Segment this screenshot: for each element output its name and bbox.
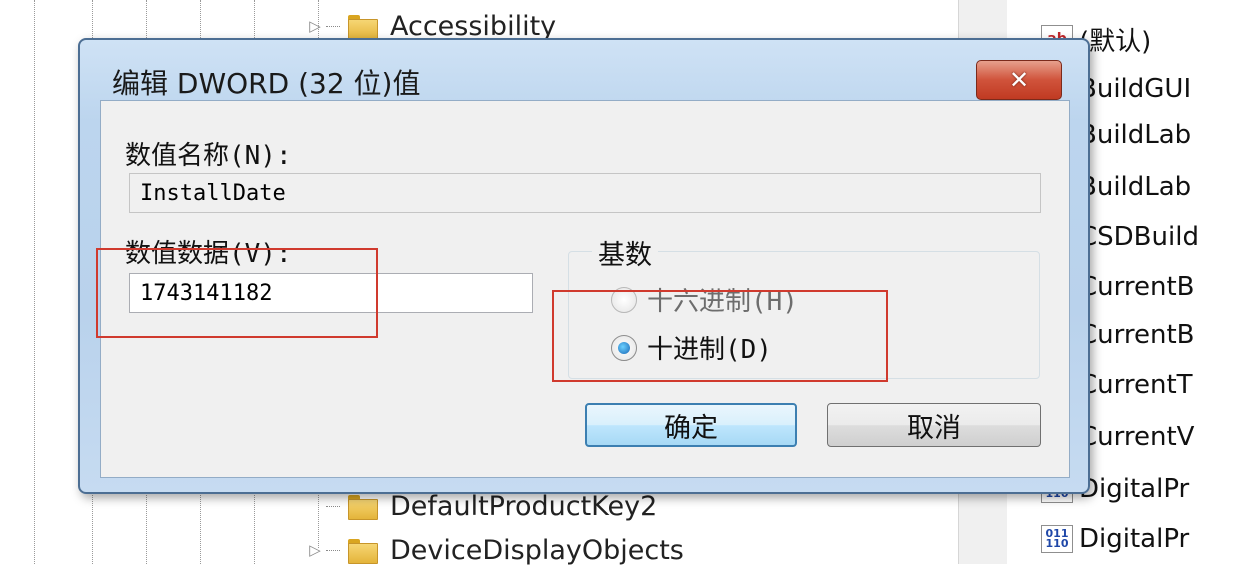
- value-name: CSDBuild: [1079, 222, 1199, 252]
- tree-guide-line: [34, 0, 35, 564]
- tree-item-label: DefaultProductKey2: [390, 490, 658, 522]
- tree-connector: [326, 505, 340, 507]
- folder-icon: [346, 13, 378, 40]
- expand-arrow-icon[interactable]: ▷: [304, 15, 326, 37]
- tree-item-devicedisplayobjects[interactable]: ▷ DeviceDisplayObjects: [304, 532, 684, 568]
- tree-connector: [326, 549, 340, 551]
- base-groupbox-legend: 基数: [592, 233, 658, 272]
- tree-connector: [326, 25, 340, 27]
- cancel-button[interactable]: 取消: [827, 403, 1041, 447]
- value-name-field[interactable]: InstallDate: [129, 173, 1041, 213]
- value-name: CurrentV: [1079, 422, 1195, 452]
- value-name: CurrentT: [1079, 370, 1193, 400]
- folder-icon: [346, 493, 378, 520]
- value-name: DigitalPr: [1079, 524, 1190, 554]
- value-name: BuildGUI: [1079, 74, 1192, 104]
- dialog-title: 编辑 DWORD (32 位)值: [112, 67, 421, 100]
- value-name: CurrentB: [1079, 320, 1195, 350]
- binary-value-icon: 011 110: [1041, 525, 1073, 553]
- folder-icon: [346, 537, 378, 564]
- tree-item-label: Accessibility: [390, 10, 557, 42]
- expand-arrow-icon[interactable]: ▷: [304, 539, 326, 561]
- value-name: BuildLab: [1079, 172, 1192, 202]
- highlight-box-value-data: [96, 248, 378, 338]
- value-name: BuildLab: [1079, 120, 1192, 150]
- tree-item-label: DeviceDisplayObjects: [390, 534, 684, 566]
- highlight-box-decimal: [552, 290, 888, 382]
- close-button[interactable]: ✕: [976, 60, 1062, 100]
- value-row[interactable]: 011 110 DigitalPr: [1007, 514, 1189, 564]
- value-name: CurrentB: [1079, 272, 1195, 302]
- ok-button[interactable]: 确定: [585, 403, 797, 447]
- value-name-label: 数值名称(N):: [125, 141, 292, 171]
- value-name: DigitalPr: [1079, 474, 1190, 504]
- close-icon: ✕: [1008, 66, 1030, 94]
